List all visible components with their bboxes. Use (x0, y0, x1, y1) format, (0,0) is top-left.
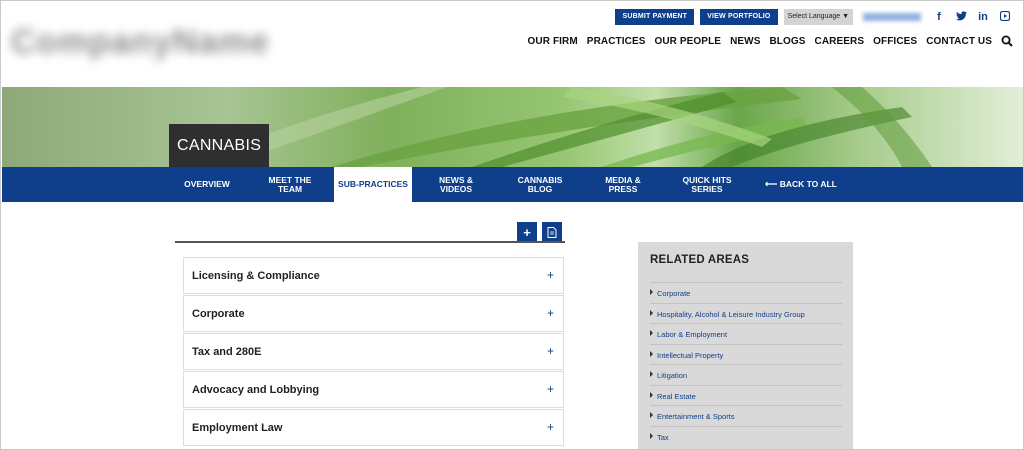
related-areas-title: RELATED AREAS (650, 254, 750, 266)
back-to-all-link[interactable]: ⟵ BACK TO ALL (762, 167, 840, 202)
nav-our-people[interactable]: OUR PEOPLE (654, 36, 721, 47)
nav-offices[interactable]: OFFICES (873, 36, 917, 47)
caret-right-icon (650, 371, 653, 377)
content-tools: + (517, 222, 562, 242)
accordion-label: Employment Law (192, 422, 283, 434)
twitter-icon[interactable] (953, 10, 969, 24)
tab-cannabis-blog[interactable]: CANNABIS BLOG (507, 167, 573, 202)
accordion-item-corporate[interactable]: Corporate + (183, 295, 564, 332)
tab-label-line2: SERIES (691, 183, 723, 194)
tab-overview[interactable]: OVERVIEW (174, 167, 240, 202)
search-icon[interactable] (1001, 35, 1013, 47)
page-title: CANNABIS (169, 124, 270, 167)
related-link-real-estate[interactable]: Real Estate (650, 385, 842, 406)
tab-media-press[interactable]: MEDIA & PRESS (592, 167, 654, 202)
accordion-item-licensing[interactable]: Licensing & Compliance + (183, 257, 564, 294)
tab-label-line2: VIDEOS (439, 183, 473, 194)
related-link-label: Hospitality, Alcohol & Leisure Industry … (657, 310, 805, 319)
cannabis-leaf-image (182, 87, 932, 167)
related-link-ip[interactable]: Intellectual Property (650, 344, 842, 365)
content-divider (175, 241, 565, 243)
nav-news[interactable]: NEWS (730, 36, 760, 47)
tab-label: SUB-PRACTICES (338, 179, 408, 189)
related-link-tax[interactable]: Tax (650, 426, 842, 447)
pdf-icon (547, 226, 557, 238)
language-select[interactable]: Select Language ▼ (783, 9, 853, 25)
tab-label: OVERVIEW (184, 179, 230, 189)
logo-text: CompanyName (11, 23, 270, 61)
facebook-icon[interactable]: f (931, 11, 947, 23)
main-nav: OUR FIRM PRACTICES OUR PEOPLE NEWS BLOGS… (528, 35, 1013, 47)
accordion-item-employment[interactable]: Employment Law + (183, 409, 564, 446)
plus-icon[interactable]: + (547, 382, 554, 396)
page-frame: CompanyName SUBMIT PAYMENT VIEW PORTFOLI… (0, 0, 1024, 450)
plus-icon[interactable]: + (547, 268, 554, 282)
related-link-labor[interactable]: Labor & Employment (650, 323, 842, 344)
related-link-label: Tax (657, 433, 669, 442)
tab-quick-hits-series[interactable]: QUICK HITS SERIES (672, 167, 742, 202)
caret-right-icon (650, 412, 653, 418)
accordion-label: Tax and 280E (192, 346, 262, 358)
plus-icon[interactable]: + (547, 420, 554, 434)
utility-bar: SUBMIT PAYMENT VIEW PORTFOLIO Select Lan… (615, 9, 1013, 25)
nav-careers[interactable]: CAREERS (815, 36, 865, 47)
accordion-item-advocacy[interactable]: Advocacy and Lobbying + (183, 371, 564, 408)
related-link-corporate[interactable]: Corporate (650, 282, 842, 303)
plus-icon[interactable]: + (547, 344, 554, 358)
caret-right-icon (650, 351, 653, 357)
caret-right-icon (650, 392, 653, 398)
linkedin-icon[interactable]: in (975, 11, 991, 23)
caret-right-icon (650, 289, 653, 295)
caret-right-icon (650, 433, 653, 439)
related-link-litigation[interactable]: Litigation (650, 364, 842, 385)
caret-right-icon (650, 310, 653, 316)
submit-payment-button[interactable]: SUBMIT PAYMENT (615, 9, 695, 25)
expand-all-button[interactable]: + (517, 222, 537, 242)
tab-label-line2: PRESS (608, 183, 638, 194)
related-link-label: Labor & Employment (657, 330, 728, 339)
related-link-label: Litigation (657, 371, 688, 380)
related-link-label: Corporate (657, 289, 691, 298)
related-areas-panel: RELATED AREAS Corporate Hospitality, Alc… (638, 242, 853, 449)
practice-subnav: OVERVIEW MEET THE TEAM SUB-PRACTICES NEW… (2, 167, 1023, 202)
plus-icon[interactable]: + (547, 306, 554, 320)
plus-icon: + (523, 224, 531, 240)
accordion-item-tax[interactable]: Tax and 280E + (183, 333, 564, 370)
related-link-entertainment[interactable]: Entertainment & Sports (650, 405, 842, 426)
accordion-label: Licensing & Compliance (192, 270, 320, 282)
caret-right-icon (650, 330, 653, 336)
tab-meet-the-team[interactable]: MEET THE TEAM (254, 167, 326, 202)
tab-sub-practices[interactable]: SUB-PRACTICES (334, 167, 412, 202)
phone-number[interactable] (863, 13, 921, 21)
related-link-label: Real Estate (657, 392, 696, 401)
related-link-hospitality[interactable]: Hospitality, Alcohol & Leisure Industry … (650, 303, 842, 324)
pdf-button[interactable] (542, 222, 562, 242)
related-link-label: Entertainment & Sports (657, 412, 735, 421)
tab-news-videos[interactable]: NEWS & VIDEOS (424, 167, 488, 202)
youtube-icon[interactable] (997, 10, 1013, 24)
tab-label: ⟵ BACK TO ALL (765, 179, 837, 189)
nav-blogs[interactable]: BLOGS (769, 36, 805, 47)
nav-our-firm[interactable]: OUR FIRM (528, 36, 578, 47)
view-portfolio-button[interactable]: VIEW PORTFOLIO (700, 9, 778, 25)
company-logo[interactable]: CompanyName (11, 23, 270, 69)
accordion-label: Advocacy and Lobbying (192, 384, 320, 396)
tab-label-line2: TEAM (277, 183, 303, 194)
related-link-label: Intellectual Property (657, 351, 724, 360)
nav-contact-us[interactable]: CONTACT US (926, 36, 992, 47)
nav-practices[interactable]: PRACTICES (587, 36, 646, 47)
tab-label-line2: BLOG (527, 183, 553, 194)
hero-banner: CANNABIS (2, 87, 1023, 167)
accordion-label: Corporate (192, 308, 245, 320)
